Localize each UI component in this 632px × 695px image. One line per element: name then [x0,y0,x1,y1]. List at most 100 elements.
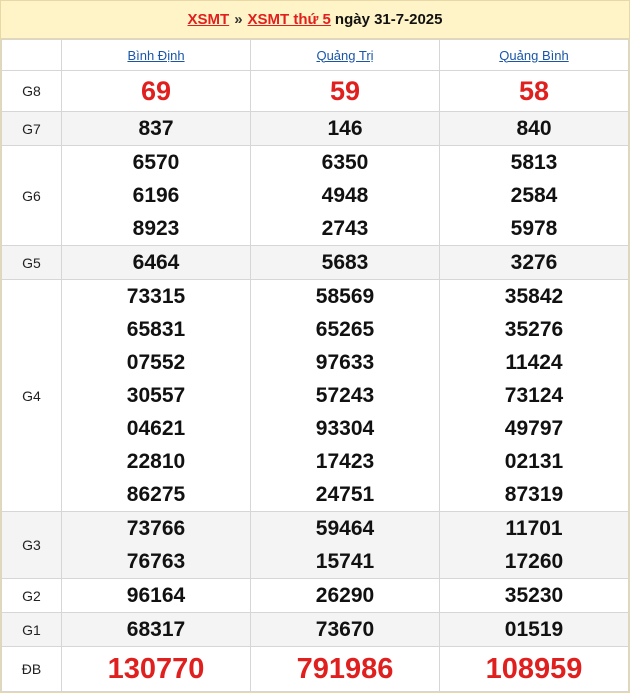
result-number: 86275 [126,483,186,506]
result-number: 837 [138,117,174,140]
result-number: 130770 [107,653,205,685]
prize-row: G7 837 146 840 [1,111,629,146]
result-cell: 11701 17260 [439,511,629,579]
prize-label: G4 [1,279,62,512]
result-number: 24751 [315,483,375,506]
result-number: 68317 [126,618,186,641]
result-cell: 69 [61,70,251,112]
prize-row: G1 68317 73670 01519 [1,612,629,647]
prize-row: G4 73315 65831 07552 30557 04621 22810 86275 585… [1,279,629,512]
result-number: 2743 [321,217,369,240]
result-cell: 5683 [250,245,440,280]
result-cell: 59 [250,70,440,112]
province-header: Bình Định [61,39,251,71]
result-number: 02131 [504,450,564,473]
result-number: 73670 [315,618,375,641]
result-cell: 26290 [250,578,440,613]
result-cell: 840 [439,111,629,146]
result-number: 26290 [315,584,375,607]
result-cell: 6464 [61,245,251,280]
prize-row: ĐB 130770 791986 108959 [1,646,629,692]
province-link[interactable]: Quảng Trị [316,48,373,63]
results-table: Bình Định Quảng Trị Quảng Bình G8 69 59 58 G… [1,39,629,692]
province-header: Quảng Trị [250,39,440,71]
page-title: XSMT » XSMT thứ 5 ngày 31-7-2025 [1,1,629,39]
result-number: 57243 [315,384,375,407]
prize-label: G5 [1,245,62,280]
result-number: 15741 [315,550,375,573]
province-link[interactable]: Bình Định [127,48,184,63]
result-cell: 35842 35276 11424 73124 49797 02131 87319 [439,279,629,512]
province-link[interactable]: Quảng Bình [499,48,568,63]
result-cell: 130770 [61,646,251,692]
result-number: 73315 [126,285,186,308]
result-number: 22810 [126,450,186,473]
result-number: 6196 [132,184,180,207]
result-number: 791986 [296,653,394,685]
result-number: 87319 [504,483,564,506]
result-number: 96164 [126,584,186,607]
result-number: 30557 [126,384,186,407]
result-number: 93304 [315,417,375,440]
result-number: 73124 [504,384,564,407]
result-cell: 146 [250,111,440,146]
result-number: 17423 [315,450,375,473]
draw-date: ngày 31-7-2025 [334,11,443,28]
result-number: 97633 [315,351,375,374]
prize-label: G1 [1,612,62,647]
prize-label: ĐB [1,646,62,692]
result-number: 73766 [126,517,186,540]
result-cell: 6350 4948 2743 [250,145,440,246]
header-blank-cell [1,39,62,71]
result-number: 35842 [504,285,564,308]
result-cell: 73315 65831 07552 30557 04621 22810 86275 [61,279,251,512]
result-cell: 73670 [250,612,440,647]
result-number: 11701 [505,517,563,540]
result-cell: 58 [439,70,629,112]
prize-row: G5 6464 5683 3276 [1,245,629,280]
result-number: 840 [516,117,552,140]
prize-row: G3 73766 76763 59464 15741 11701 17260 [1,511,629,579]
result-number: 146 [327,117,363,140]
result-number: 6350 [321,151,369,174]
prize-row: G2 96164 26290 35230 [1,578,629,613]
prize-label: G6 [1,145,62,246]
results-body: G8 69 59 58 G7 837 146 840 G6 6570 6196 8923 6350 494… [1,70,629,692]
result-number: 76763 [126,550,186,573]
result-number: 8923 [132,217,180,240]
prize-label: G8 [1,70,62,112]
result-cell: 68317 [61,612,251,647]
result-number: 65265 [315,318,375,341]
result-number: 6464 [132,251,180,274]
result-cell: 791986 [250,646,440,692]
result-cell: 35230 [439,578,629,613]
result-number: 59 [329,76,361,106]
result-cell: 58569 65265 97633 57243 93304 17423 24751 [250,279,440,512]
result-number: 07552 [126,351,186,374]
province-header-row: Bình Định Quảng Trị Quảng Bình [1,39,629,71]
result-number: 11424 [505,351,563,374]
result-cell: 108959 [439,646,629,692]
result-number: 69 [140,76,172,106]
results-panel: XSMT » XSMT thứ 5 ngày 31-7-2025 Bình Đị… [0,0,630,693]
result-number: 5683 [321,251,369,274]
xsmt-thu5-link[interactable]: XSMT thứ 5 [248,11,331,28]
result-number: 3276 [510,251,558,274]
result-number: 108959 [485,653,583,685]
result-cell: 73766 76763 [61,511,251,579]
result-cell: 837 [61,111,251,146]
result-cell: 3276 [439,245,629,280]
result-number: 6570 [132,151,180,174]
result-number: 65831 [126,318,186,341]
result-number: 49797 [504,417,564,440]
prize-row: G8 69 59 58 [1,70,629,112]
xsmt-link[interactable]: XSMT [188,11,230,28]
result-cell: 01519 [439,612,629,647]
result-number: 4948 [321,184,369,207]
result-number: 35230 [504,584,564,607]
prize-label: G3 [1,511,62,579]
result-cell: 6570 6196 8923 [61,145,251,246]
result-number: 58569 [315,285,375,308]
result-number: 2584 [510,184,558,207]
result-number: 5813 [510,151,558,174]
